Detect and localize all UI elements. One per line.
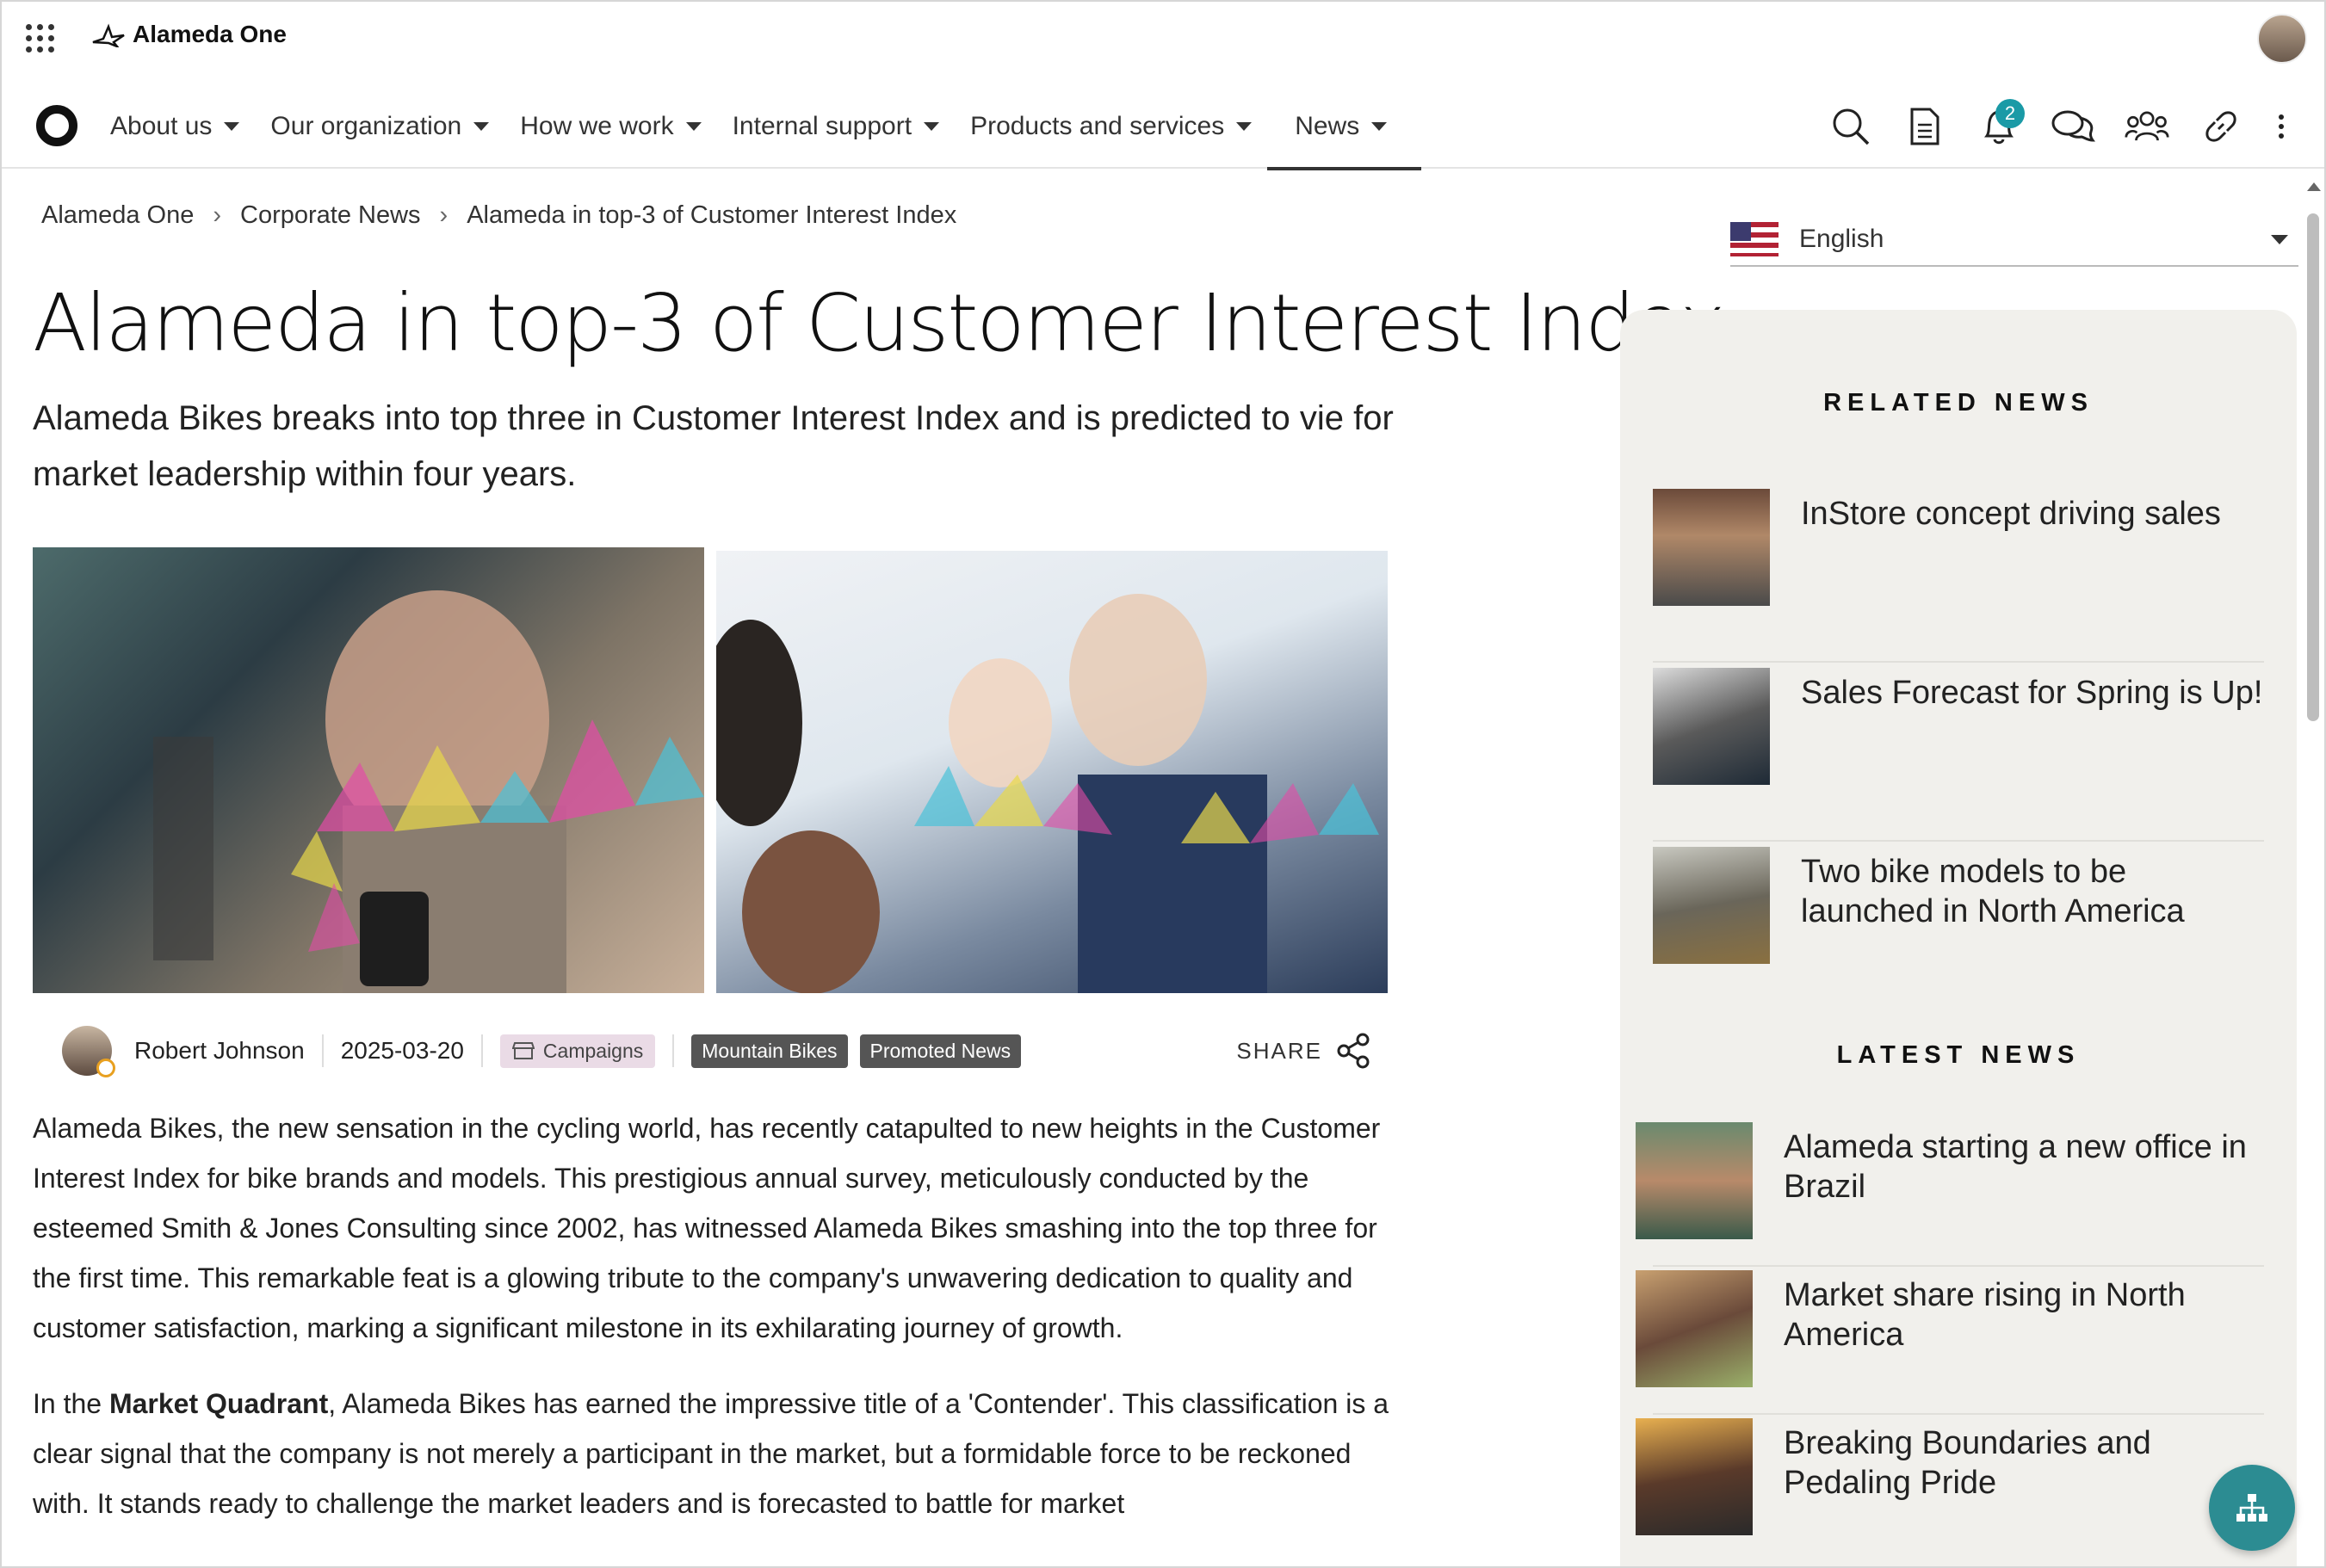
nav-menu: About us Our organization How we work In… bbox=[95, 84, 1422, 170]
latest-news-item[interactable]: Market share rising in North America bbox=[1636, 1267, 2264, 1415]
toolbar: 2 bbox=[1828, 84, 2290, 169]
nav-item-internal-support[interactable]: Internal support bbox=[717, 84, 955, 169]
author-name[interactable]: Robert Johnson bbox=[134, 1037, 305, 1065]
chevron-down-icon bbox=[685, 122, 702, 131]
news-thumbnail bbox=[1636, 1122, 1753, 1239]
news-title: InStore concept driving sales bbox=[1801, 496, 2221, 532]
share-button[interactable]: SHARE bbox=[1236, 1033, 1370, 1069]
nav-item-news[interactable]: News bbox=[1267, 84, 1422, 170]
latest-news-item[interactable]: Breaking Boundaries and Pedaling Pride bbox=[1636, 1415, 2264, 1563]
store-icon bbox=[511, 1042, 535, 1059]
nav-item-our-organization[interactable]: Our organization bbox=[255, 84, 504, 169]
notification-badge: 2 bbox=[1995, 99, 2025, 128]
breadcrumb-item-home[interactable]: Alameda One bbox=[41, 201, 194, 230]
category-tag[interactable]: Campaigns bbox=[499, 1034, 656, 1068]
scrollbar-thumb[interactable] bbox=[2307, 213, 2319, 721]
chevron-down-icon bbox=[2271, 234, 2288, 244]
brand-name: Alameda One bbox=[133, 21, 287, 47]
more-vertical-icon[interactable] bbox=[2273, 104, 2290, 149]
us-flag-icon bbox=[1730, 222, 1779, 256]
related-news-item[interactable]: Two bike models to be launched in North … bbox=[1653, 843, 2264, 1021]
document-icon[interactable] bbox=[1902, 104, 1947, 149]
share-icon bbox=[1337, 1033, 1370, 1069]
divider bbox=[321, 1034, 324, 1067]
news-title: Market share rising in North America bbox=[1784, 1277, 2186, 1353]
article-lead: Alameda Bikes breaks into top three in C… bbox=[33, 399, 1394, 493]
breadcrumb-item-corporate-news[interactable]: Corporate News bbox=[240, 201, 421, 230]
scrollbar[interactable] bbox=[2304, 174, 2324, 1566]
paragraph: In the Market Quadrant, Alameda Bikes ha… bbox=[33, 1379, 1410, 1528]
app-launcher-icon[interactable] bbox=[26, 24, 55, 53]
related-news-item[interactable]: InStore concept driving sales bbox=[1653, 485, 2264, 663]
latest-news-item[interactable]: Alameda starting a new office in Brazil bbox=[1636, 1119, 2264, 1267]
nav-item-label: Products and services bbox=[970, 112, 1225, 140]
search-icon[interactable] bbox=[1828, 104, 1873, 149]
related-news-heading: RELATED NEWS bbox=[1823, 389, 2094, 417]
article-meta: Robert Johnson 2025-03-20 Campaigns Moun… bbox=[62, 1022, 1370, 1079]
bold-term: Market Quadrant bbox=[108, 1388, 329, 1419]
paragraph: Alameda Bikes, the new sensation in the … bbox=[33, 1113, 1381, 1343]
nav-item-products-and-services[interactable]: Products and services bbox=[955, 84, 1267, 169]
sitemap-fab-button[interactable] bbox=[2209, 1465, 2295, 1551]
nav-item-about-us[interactable]: About us bbox=[95, 84, 255, 169]
chevron-down-icon bbox=[924, 122, 940, 131]
star-logo-icon bbox=[92, 23, 125, 47]
publish-date: 2025-03-20 bbox=[340, 1037, 464, 1064]
breadcrumb: Alameda One › Corporate News › Alameda i… bbox=[41, 201, 956, 230]
news-title: Alameda starting a new office in Brazil bbox=[1784, 1129, 2247, 1205]
news-thumbnail bbox=[1636, 1270, 1753, 1387]
author-avatar[interactable] bbox=[62, 1026, 115, 1077]
nav-item-label: News bbox=[1295, 112, 1360, 140]
scroll-up-icon[interactable] bbox=[2307, 182, 2321, 191]
news-thumbnail bbox=[1653, 847, 1770, 964]
chevron-right-icon: › bbox=[213, 201, 221, 229]
nav-item-how-we-work[interactable]: How we work bbox=[504, 84, 716, 169]
chevron-right-icon: › bbox=[439, 201, 448, 229]
hero-image-right bbox=[716, 551, 1388, 993]
news-title: Sales Forecast for Spring is Up! bbox=[1801, 675, 2263, 711]
app-window: Alameda One About us Our organization Ho… bbox=[0, 0, 2326, 1568]
news-title: Two bike models to be launched in North … bbox=[1801, 854, 2185, 929]
chevron-down-icon bbox=[224, 122, 240, 131]
chevron-down-icon bbox=[1371, 122, 1388, 131]
language-select[interactable]: English bbox=[1730, 213, 2298, 267]
breadcrumb-item-current: Alameda in top-3 of Customer Interest In… bbox=[467, 201, 957, 229]
nav-item-label: How we work bbox=[520, 112, 674, 140]
nav-item-label: Internal support bbox=[732, 112, 912, 140]
news-thumbnail bbox=[1636, 1418, 1753, 1535]
top-bar: Alameda One bbox=[2, 2, 2324, 76]
brand[interactable]: Alameda One bbox=[91, 21, 287, 48]
nav-item-label: Our organization bbox=[270, 112, 462, 140]
latest-news-heading: LATEST NEWS bbox=[1836, 1041, 2081, 1069]
main-nav: About us Our organization How we work In… bbox=[2, 84, 2324, 170]
hero-image-left bbox=[33, 547, 704, 993]
news-thumbnail bbox=[1653, 668, 1770, 785]
sitemap-icon bbox=[2236, 1494, 2267, 1522]
home-logo-icon[interactable] bbox=[36, 105, 77, 146]
category-label: Campaigns bbox=[542, 1039, 644, 1062]
related-news-item[interactable]: Sales Forecast for Spring is Up! bbox=[1653, 664, 2264, 842]
news-title: Breaking Boundaries and Pedaling Pride bbox=[1784, 1425, 2151, 1501]
people-icon[interactable] bbox=[2125, 104, 2169, 149]
chevron-down-icon bbox=[473, 122, 490, 131]
divider bbox=[480, 1034, 483, 1067]
share-label: SHARE bbox=[1236, 1037, 1322, 1064]
nav-item-label: About us bbox=[110, 112, 213, 140]
page-title: Alameda in top-3 of Customer Interest In… bbox=[33, 277, 1726, 369]
paragraph-text: In the bbox=[33, 1388, 109, 1419]
tag-promoted-news[interactable]: Promoted News bbox=[859, 1034, 1022, 1068]
link-icon[interactable] bbox=[2199, 104, 2243, 149]
news-thumbnail bbox=[1653, 489, 1770, 606]
tag-mountain-bikes[interactable]: Mountain Bikes bbox=[691, 1034, 848, 1068]
notifications-bell-icon[interactable]: 2 bbox=[1976, 99, 2025, 149]
article-body: Alameda Bikes, the new sensation in the … bbox=[33, 1103, 1410, 1554]
chat-icon[interactable] bbox=[2051, 104, 2095, 149]
divider bbox=[672, 1034, 675, 1067]
language-value: English bbox=[1799, 225, 1884, 253]
sidebar-panel: RELATED NEWS InStore concept driving sal… bbox=[1620, 310, 2297, 1566]
user-avatar[interactable] bbox=[2257, 14, 2307, 64]
chevron-down-icon bbox=[1236, 122, 1253, 131]
